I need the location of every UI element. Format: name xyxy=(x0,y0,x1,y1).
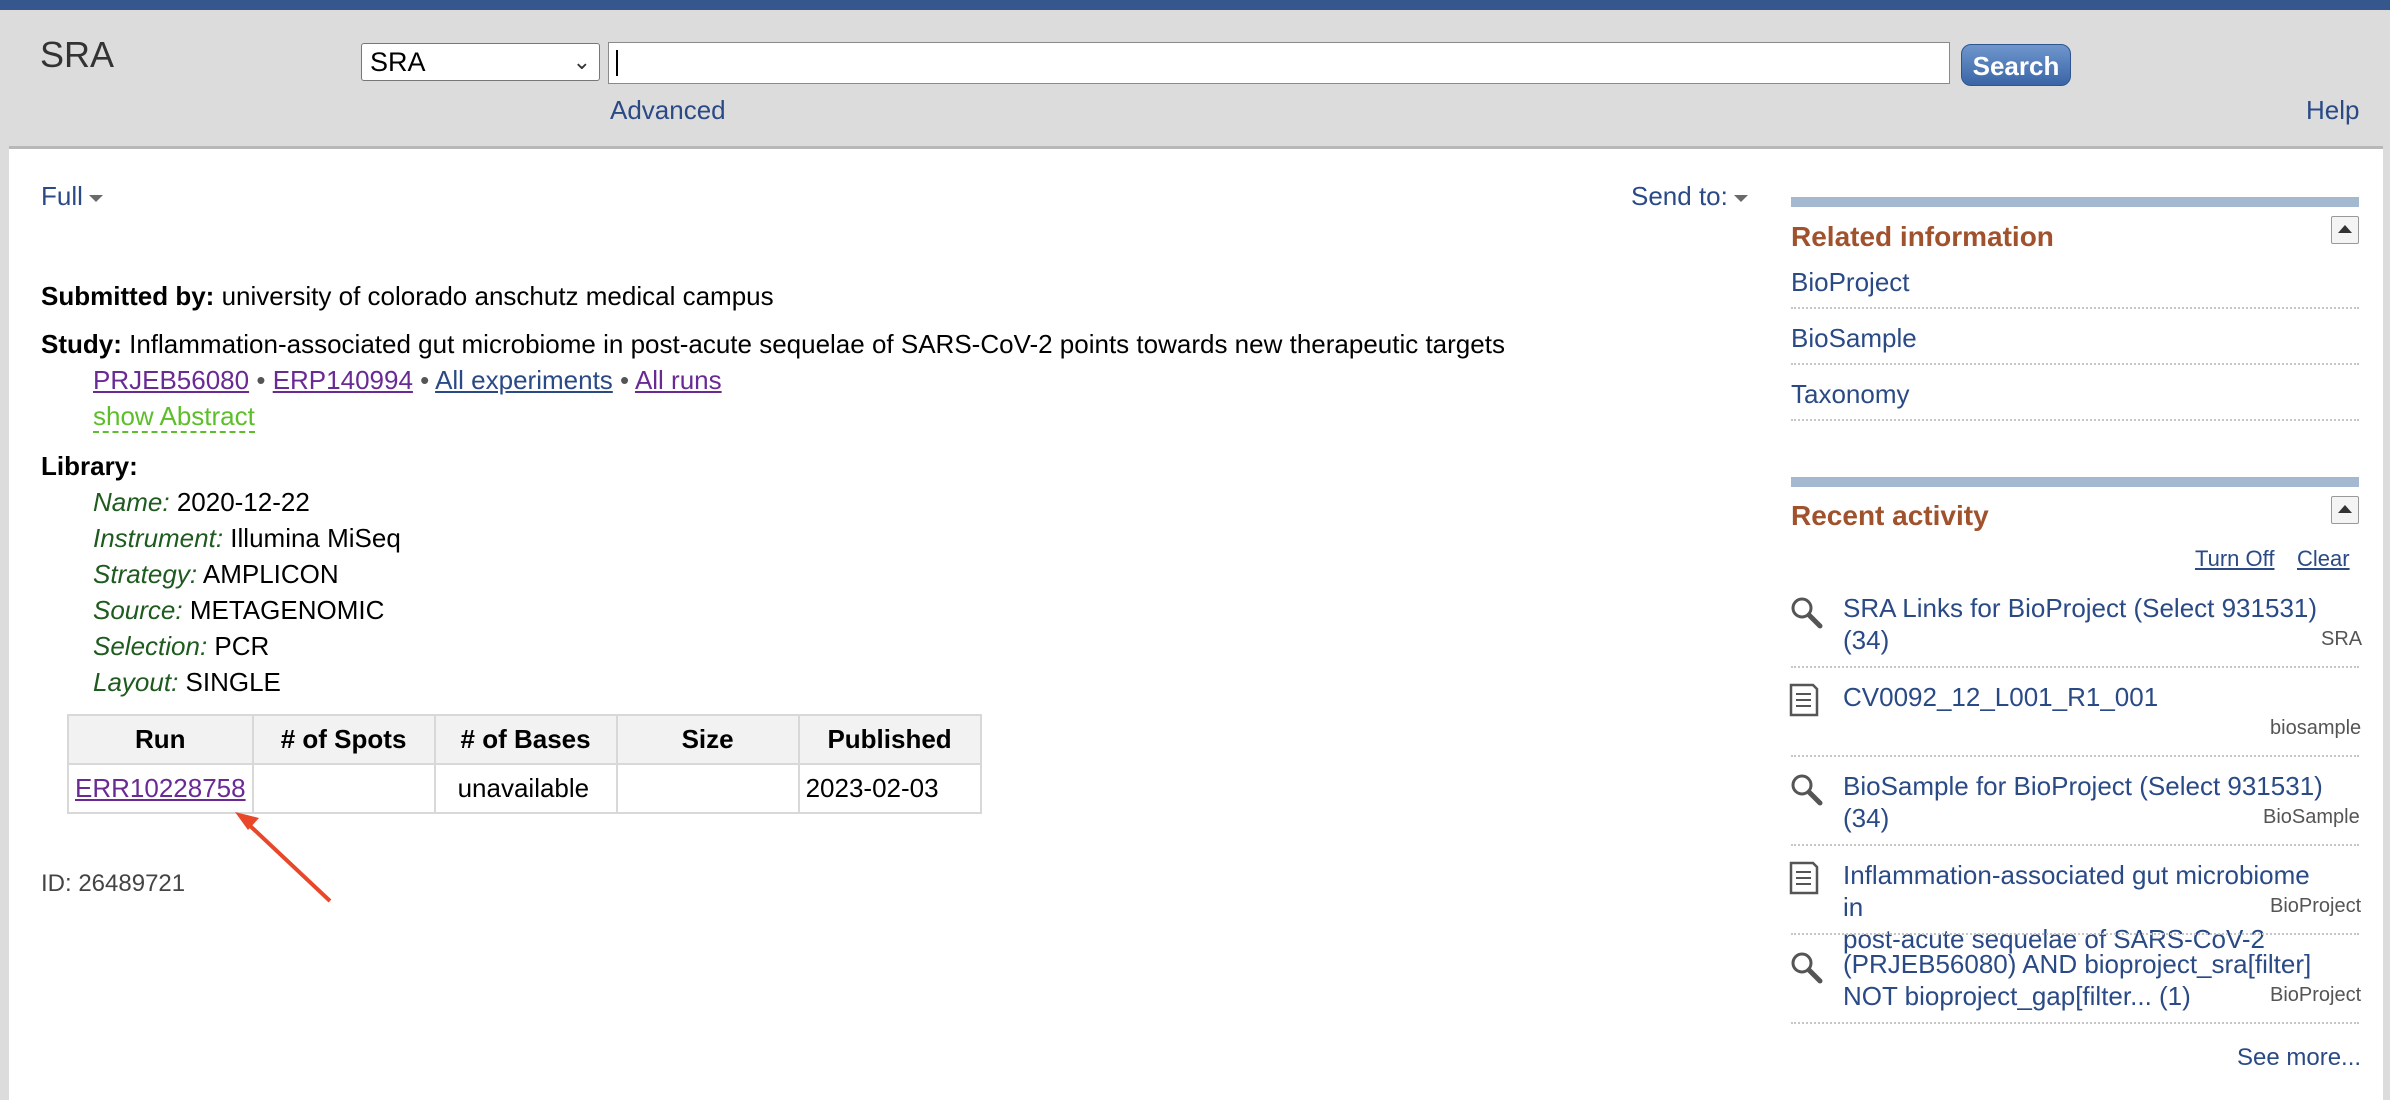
recent-item-line: BioSample for BioProject (Select 931531) xyxy=(1843,771,2323,801)
clear-link[interactable]: Clear xyxy=(2297,546,2350,572)
dropdown-arrow-icon xyxy=(1733,194,1748,202)
chevron-down-icon: ⌄ xyxy=(572,49,591,74)
text-caret xyxy=(616,50,618,76)
collapse-arrow-icon xyxy=(2338,505,2352,513)
related-link-biosample[interactable]: BioSample xyxy=(1791,323,1917,354)
annotation-arrow xyxy=(235,812,332,903)
column-header: # of Bases xyxy=(433,714,618,765)
separator xyxy=(1791,307,2359,309)
turn-off-link[interactable]: Turn Off xyxy=(2195,546,2274,572)
collapse-arrow-icon xyxy=(2338,225,2352,233)
recent-item-db-tag: BioProject xyxy=(2270,984,2362,1006)
help-link[interactable]: Help xyxy=(2306,95,2359,126)
collapse-related-button[interactable] xyxy=(2331,216,2359,244)
see-more-link[interactable]: See more... xyxy=(2237,1044,2361,1072)
separator xyxy=(1791,419,2359,421)
advanced-search-link[interactable]: Advanced xyxy=(610,95,726,126)
recent-item-db-tag: biosample xyxy=(2270,717,2362,739)
size-cell xyxy=(615,763,800,814)
recent-item-db-tag: BioProject xyxy=(2270,895,2362,917)
document-icon xyxy=(1789,861,1819,895)
recent-item-line: CV0092_12_L001_R1_001 xyxy=(1843,682,2159,712)
recent-item-db-tag: SRA xyxy=(2321,628,2363,650)
separator xyxy=(1791,933,2359,935)
bases-cell: unavailable xyxy=(433,763,618,814)
record-id: ID: 26489721 xyxy=(41,870,186,897)
recent-item-link[interactable]: CV0092_12_L001_R1_001 xyxy=(1843,681,2323,713)
recent-activity-title: Recent activity xyxy=(1791,500,1989,531)
related-link-taxonomy[interactable]: Taxonomy xyxy=(1791,379,1910,410)
magnifier-icon xyxy=(1791,952,1823,984)
recent-item-line: Inflammation-associated gut microbiome i… xyxy=(1843,860,2310,922)
collapse-recent-button[interactable] xyxy=(2331,496,2359,524)
separator xyxy=(1791,1022,2359,1024)
related-information-title: Related information xyxy=(1791,221,2054,252)
separator xyxy=(1791,666,2359,668)
published-cell: 2023-02-03 xyxy=(797,763,982,814)
all-runs-link[interactable]: All runs xyxy=(635,365,722,395)
recent-item-db-tag: BioSample xyxy=(2263,806,2360,828)
search-button[interactable]: Search xyxy=(1961,44,2071,86)
related-panel-bar xyxy=(1791,197,2359,207)
separator xyxy=(1791,844,2359,846)
recent-item-line: SRA Links for BioProject (Select 931531) xyxy=(1843,593,2318,623)
recent-item-link[interactable]: Inflammation-associated gut microbiome i… xyxy=(1843,859,2323,955)
right-page-border xyxy=(2383,146,2390,1100)
all-experiments-link[interactable]: All experiments xyxy=(435,365,613,395)
related-link-bioproject[interactable]: BioProject xyxy=(1791,267,1910,298)
send-to-dropdown[interactable]: Send to: xyxy=(1631,181,1748,212)
recent-item-line: NOT bioproject_gap[filter... (1) xyxy=(1843,981,2191,1011)
document-icon xyxy=(1789,683,1819,717)
separator xyxy=(1791,755,2359,757)
recent-item-link[interactable]: BioSample for BioProject (Select 931531)… xyxy=(1843,770,2323,834)
link-separator: • xyxy=(420,365,430,395)
recent-panel-bar xyxy=(1791,477,2359,487)
magnifier-icon xyxy=(1791,774,1823,806)
separator xyxy=(1791,363,2359,365)
recent-item-link[interactable]: (PRJEB56080) AND bioproject_sra[filter] … xyxy=(1843,948,2323,1012)
search-input[interactable] xyxy=(608,42,1950,84)
magnifier-icon xyxy=(1791,597,1823,629)
recent-item-line: (34) xyxy=(1843,625,1890,655)
column-header: Published xyxy=(797,714,982,765)
recent-item-link[interactable]: SRA Links for BioProject (Select 931531)… xyxy=(1843,592,2323,656)
recent-item-line: (PRJEB56080) AND bioproject_sra[filter] xyxy=(1843,949,2312,979)
send-to-label: Send to: xyxy=(1631,181,1728,211)
recent-item-line: (34) xyxy=(1843,803,1890,833)
link-separator: • xyxy=(620,365,630,395)
column-header: Size xyxy=(615,714,800,765)
